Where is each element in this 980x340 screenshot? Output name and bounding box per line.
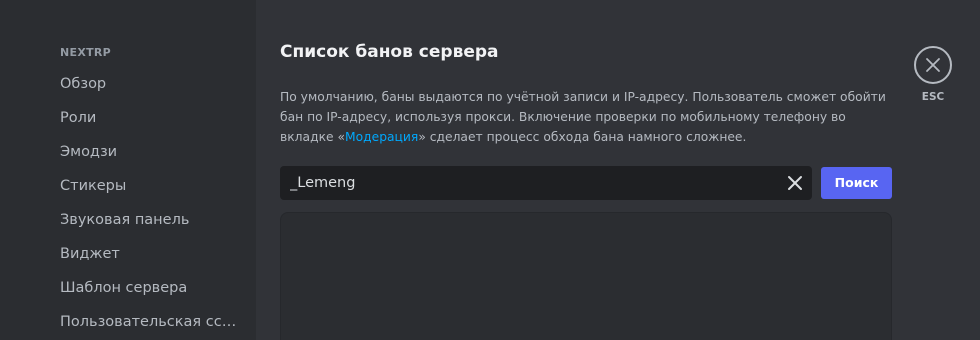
- search-button[interactable]: Поиск: [821, 167, 892, 199]
- moderation-link[interactable]: Модерация: [345, 130, 418, 144]
- sidebar-item-overview[interactable]: Обзор: [52, 69, 244, 99]
- ban-search-input[interactable]: [280, 166, 770, 200]
- sidebar-item-label: Стикеры: [60, 178, 127, 194]
- settings-content: Список банов сервера По умолчанию, баны …: [256, 0, 980, 340]
- close-icon: [788, 176, 802, 190]
- ban-list-panel: [280, 212, 892, 340]
- sidebar-item-label: Эмодзи: [60, 144, 118, 160]
- page-title: Список банов сервера: [280, 42, 499, 62]
- settings-window: NEXTRP Обзор Роли Эмодзи Стикеры Звукова…: [0, 0, 980, 340]
- sidebar-item-label: Шаблон сервера: [60, 280, 188, 296]
- settings-sidebar: NEXTRP Обзор Роли Эмодзи Стикеры Звукова…: [0, 0, 256, 340]
- sidebar-item-roles[interactable]: Роли: [52, 103, 244, 133]
- close-icon: [926, 58, 940, 72]
- close-button[interactable]: [914, 46, 952, 84]
- sidebar-item-soundboard[interactable]: Звуковая панель: [52, 205, 244, 235]
- sidebar-item-label: Пользовательская ссылка: [60, 314, 244, 330]
- description-text-end: » сделает процесс обхода бана намного сл…: [418, 130, 747, 144]
- sidebar-item-vanity-url[interactable]: Пользовательская ссылка: [52, 307, 244, 337]
- bans-description: По умолчанию, баны выдаются по учётной з…: [280, 87, 890, 147]
- ban-search-box: [280, 166, 812, 200]
- sidebar-item-label: Виджет: [60, 246, 120, 262]
- sidebar-item-widget[interactable]: Виджет: [52, 239, 244, 269]
- clear-search-button[interactable]: [785, 173, 805, 193]
- sidebar-item-server-template[interactable]: Шаблон сервера: [52, 273, 244, 303]
- sidebar-item-label: Звуковая панель: [60, 212, 190, 228]
- sidebar-item-emoji[interactable]: Эмодзи: [52, 137, 244, 167]
- sidebar-server-name: NEXTRP: [60, 46, 112, 59]
- esc-label: ESC: [921, 91, 945, 103]
- sidebar-item-label: Обзор: [60, 76, 107, 92]
- sidebar-item-stickers[interactable]: Стикеры: [52, 171, 244, 201]
- close-settings: ESC: [914, 46, 952, 103]
- sidebar-item-label: Роли: [60, 110, 97, 126]
